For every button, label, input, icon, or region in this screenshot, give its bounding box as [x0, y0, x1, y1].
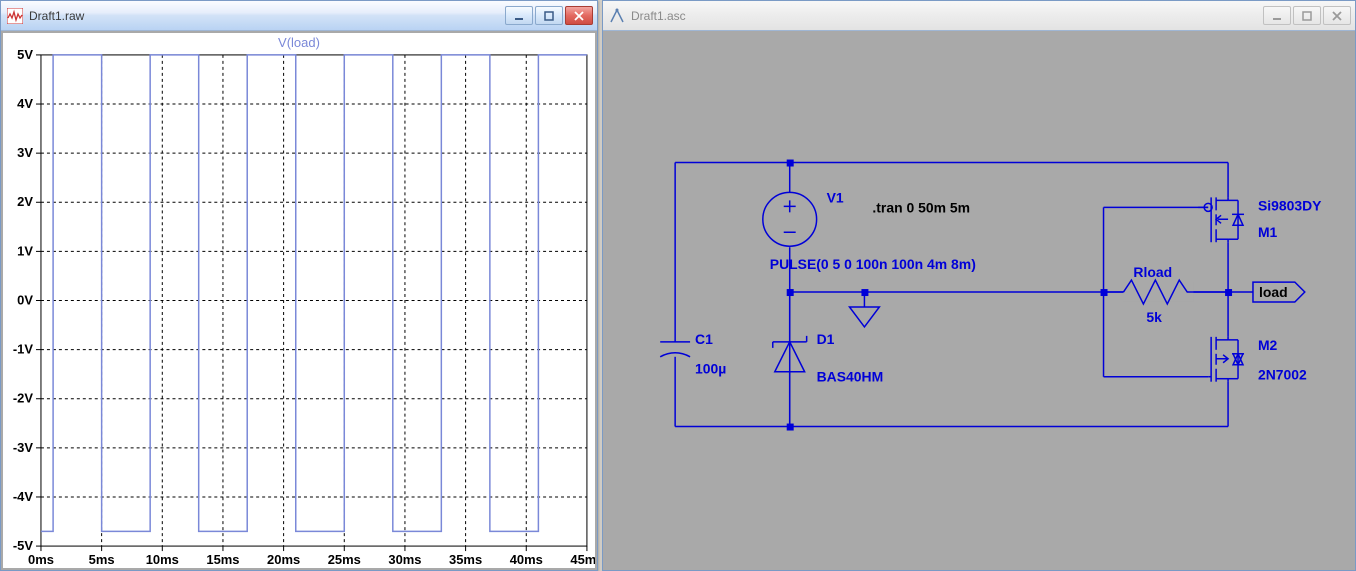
svg-text:0V: 0V: [17, 292, 33, 307]
titlebar[interactable]: Draft1.raw: [1, 1, 597, 31]
svg-text:30ms: 30ms: [388, 552, 421, 567]
component-pmos-m1[interactable]: [1198, 197, 1244, 242]
close-button[interactable]: [1323, 6, 1351, 25]
svg-text:-3V: -3V: [13, 440, 34, 455]
rload-name[interactable]: Rload: [1133, 264, 1172, 280]
c1-name[interactable]: C1: [695, 331, 713, 347]
app-schem-icon: [609, 8, 625, 24]
d1-name[interactable]: D1: [817, 331, 835, 347]
svg-text:25ms: 25ms: [328, 552, 361, 567]
plot-content[interactable]: V(load) 0ms5ms10ms15ms20ms25ms30ms35ms40…: [1, 31, 597, 570]
junction-node: [861, 289, 868, 296]
close-button[interactable]: [565, 6, 593, 25]
v1-name[interactable]: V1: [827, 189, 844, 205]
minimize-button[interactable]: [505, 6, 533, 25]
component-nmos-m2[interactable]: [1208, 337, 1244, 382]
spice-directive[interactable]: .tran 0 50m 5m: [872, 199, 970, 215]
maximize-button[interactable]: [535, 6, 563, 25]
ground-icon[interactable]: [849, 307, 879, 327]
m1-name[interactable]: M1: [1258, 224, 1278, 240]
svg-text:-2V: -2V: [13, 391, 34, 406]
svg-text:3V: 3V: [17, 145, 33, 160]
svg-text:-5V: -5V: [13, 538, 34, 553]
m2-value[interactable]: 2N7002: [1258, 367, 1307, 383]
component-capacitor-c1[interactable]: [660, 342, 690, 357]
titlebar[interactable]: Draft1.asc: [603, 1, 1355, 31]
schematic-canvas[interactable]: C1 100µ V1 PULSE(0 5 0 100n 100n 4m 8m): [605, 33, 1353, 568]
svg-text:-1V: -1V: [13, 342, 34, 357]
svg-text:-4V: -4V: [13, 489, 34, 504]
svg-text:35ms: 35ms: [449, 552, 482, 567]
component-vsource-v1[interactable]: [763, 192, 817, 246]
window-title: Draft1.asc: [631, 9, 1263, 23]
junction-node: [787, 160, 794, 167]
m1-value[interactable]: Si9803DY: [1258, 197, 1322, 213]
svg-text:40ms: 40ms: [510, 552, 543, 567]
component-resistor-rload[interactable]: [1104, 280, 1229, 304]
svg-text:45ms: 45ms: [570, 552, 595, 567]
maximize-button[interactable]: [1293, 6, 1321, 25]
svg-text:load: load: [1259, 284, 1288, 300]
net-label-load[interactable]: load: [1253, 282, 1305, 302]
minimize-button[interactable]: [1263, 6, 1291, 25]
c1-value[interactable]: 100µ: [695, 361, 726, 377]
svg-text:20ms: 20ms: [267, 552, 300, 567]
plot-svg[interactable]: 0ms 5ms 10ms 15ms 20ms 25ms 30ms 35ms 40ms 45ms -5…: [3, 33, 595, 568]
v1-value[interactable]: PULSE(0 5 0 100n 100n 4m 8m): [770, 256, 976, 272]
svg-text:0ms: 0ms: [28, 552, 54, 567]
window-buttons: [505, 6, 593, 25]
window-title: Draft1.raw: [29, 9, 505, 23]
svg-text:1V: 1V: [17, 243, 33, 258]
svg-text:4V: 4V: [17, 96, 33, 111]
svg-text:10ms: 10ms: [146, 552, 179, 567]
waveform-window: Draft1.raw V(load) 0ms5ms10ms15ms20ms25m…: [0, 0, 598, 571]
svg-text:5V: 5V: [17, 47, 33, 62]
svg-text:15ms: 15ms: [206, 552, 239, 567]
svg-text:5ms: 5ms: [89, 552, 115, 567]
rload-value[interactable]: 5k: [1146, 309, 1162, 325]
svg-text:2V: 2V: [17, 194, 33, 209]
schematic-window: Draft1.asc: [602, 0, 1356, 571]
plot-area[interactable]: V(load) 0ms5ms10ms15ms20ms25ms30ms35ms40…: [3, 33, 595, 568]
m2-name[interactable]: M2: [1258, 337, 1278, 353]
app-wave-icon: [7, 8, 23, 24]
schematic-content[interactable]: C1 100µ V1 PULSE(0 5 0 100n 100n 4m 8m): [603, 31, 1355, 570]
d1-value[interactable]: BAS40HM: [817, 369, 884, 385]
window-buttons: [1263, 6, 1351, 25]
